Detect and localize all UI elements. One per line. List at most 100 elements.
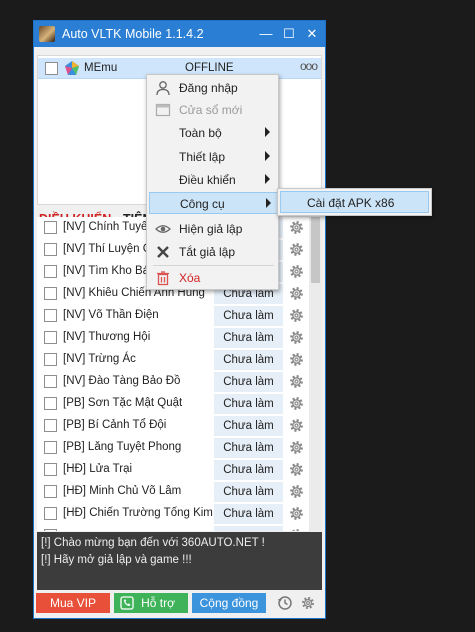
menu-label: Cửa sổ mới [179,103,243,117]
task-settings-gear-icon[interactable] [288,241,305,258]
more-options-icon[interactable]: ooo [300,59,318,73]
context-menu: Đăng nhập Cửa sổ mới Toàn bộ Thiết lập Đ… [146,74,279,290]
task-checkbox[interactable] [44,419,57,432]
task-checkbox[interactable] [44,529,57,531]
task-name: [NV] Đào Tàng Bảo Đồ [63,375,181,387]
app-logo-icon [39,26,55,42]
task-checkbox[interactable] [44,221,57,234]
community-button[interactable]: Cộng đồng [192,593,266,613]
submenu-arrow-icon [265,151,270,161]
task-row[interactable]: [HĐ] Minh Chủ Võ Lâm Chưa làm [37,481,309,503]
task-settings-gear-icon[interactable] [288,307,305,324]
task-row[interactable]: [PB] Lăng Tuyệt Phong Chưa làm [37,437,309,459]
task-checkbox[interactable] [44,353,57,366]
task-settings-gear-icon[interactable] [288,329,305,346]
support-label: Hỗ trợ [141,596,175,610]
task-settings-gear-icon[interactable] [288,439,305,456]
task-checkbox[interactable] [44,397,57,410]
settings-gear-icon[interactable] [300,595,316,611]
task-checkbox[interactable] [44,309,57,322]
menu-label: Thiết lập [179,150,226,164]
task-settings-gear-icon[interactable] [288,461,305,478]
emulator-checkbox[interactable] [45,62,58,75]
submenu-arrow-icon [265,174,270,184]
close-icon [157,246,169,258]
task-row[interactable]: [NV] Trừng Ác Chưa làm [37,349,309,371]
task-row[interactable] [37,525,309,531]
task-settings-gear-icon[interactable] [288,351,305,368]
task-settings-gear-icon[interactable] [288,483,305,500]
title-bar[interactable]: Auto VLTK Mobile 1.1.4.2 — ☐ ✕ [34,21,325,47]
menu-item-tools[interactable]: Công cụ [149,192,278,214]
task-checkbox[interactable] [44,507,57,520]
menu-item-settings[interactable]: Thiết lập [149,146,278,168]
menu-label: Cài đặt APK x86 [307,196,395,210]
buy-vip-button[interactable]: Mua VIP [36,593,110,613]
task-checkbox[interactable] [44,287,57,300]
bottom-bar: Mua VIP Hỗ trợ Cộng đồng [34,593,325,617]
task-name: [NV] Trừng Ác [63,353,136,365]
menu-item-install-apk[interactable]: Cài đặt APK x86 [280,191,429,213]
task-status: Chưa làm [214,350,283,370]
task-settings-gear-icon[interactable] [288,527,305,531]
task-status: Chưa làm [214,328,283,348]
task-checkbox[interactable] [44,463,57,476]
support-button[interactable]: Hỗ trợ [114,593,188,613]
window-icon [155,103,171,117]
task-settings-gear-icon[interactable] [288,417,305,434]
task-row[interactable]: [NV] Thương Hội Chưa làm [37,327,309,349]
task-row[interactable]: [HĐ] Lửa Trại Chưa làm [37,459,309,481]
task-row[interactable]: [PB] Sơn Tặc Mật Quật Chưa làm [37,393,309,415]
task-row[interactable]: [NV] Đào Tàng Bảo Đồ Chưa làm [37,371,309,393]
menu-item-delete[interactable]: Xóa [149,267,278,289]
menu-label: Hiện giả lập [179,222,243,236]
menu-item-new-window[interactable]: Cửa sổ mới [149,99,278,121]
menu-item-all[interactable]: Toàn bộ [149,122,278,144]
task-checkbox[interactable] [44,375,57,388]
task-status: Chưa làm [214,460,283,480]
menu-label: Xóa [179,271,201,285]
submenu-arrow-icon [265,127,270,137]
task-settings-gear-icon[interactable] [288,263,305,280]
task-name: [PB] Bí Cảnh Tổ Đội [63,419,167,431]
emulator-name: MEmu [84,62,118,74]
task-settings-gear-icon[interactable] [288,373,305,390]
task-name: [NV] Thương Hội [63,331,151,343]
task-status [214,526,283,531]
task-row[interactable]: [PB] Bí Cảnh Tổ Đội Chưa làm [37,415,309,437]
task-settings-gear-icon[interactable] [288,395,305,412]
task-row[interactable]: [NV] Võ Thần Điện Chưa làm [37,305,309,327]
task-settings-gear-icon[interactable] [288,285,305,302]
task-name: [PB] Sơn Tặc Mật Quật [63,397,183,409]
task-settings-gear-icon[interactable] [288,219,305,236]
task-settings-gear-icon[interactable] [288,505,305,522]
task-checkbox[interactable] [44,441,57,454]
task-status: Chưa làm [214,504,283,524]
menu-item-close-emulator[interactable]: Tắt giả lập [149,241,278,263]
menu-item-control[interactable]: Điều khiển [149,169,278,191]
task-checkbox[interactable] [44,485,57,498]
menu-item-login[interactable]: Đăng nhập [149,77,278,99]
task-list-scrollbar[interactable] [309,217,322,531]
maximize-button[interactable]: ☐ [279,24,299,44]
scrollbar-thumb[interactable] [311,217,320,283]
minimize-button[interactable]: — [256,24,276,44]
trash-icon [157,271,169,286]
menu-item-show-emulator[interactable]: Hiện giả lập [149,218,278,240]
task-status: Chưa làm [214,416,283,436]
task-name: [HĐ] Minh Chủ Võ Lâm [63,485,182,497]
task-row[interactable]: [HĐ] Chiến Trường Tống Kim Chưa làm [37,503,309,525]
menu-label: Đăng nhập [179,81,238,95]
task-checkbox[interactable] [44,243,57,256]
menu-label: Công cụ [180,197,225,211]
close-button[interactable]: ✕ [302,24,322,44]
user-icon [156,81,170,96]
task-checkbox[interactable] [44,265,57,278]
log-line: [!] Hãy mở giả lập và game !!! [41,554,192,566]
log-panel: [!] Chào mừng bạn đến với 360AUTO.NET ! … [37,532,322,590]
task-checkbox[interactable] [44,331,57,344]
menu-separator [153,265,274,266]
submenu-arrow-icon [266,198,271,208]
task-name: [HĐ] Lửa Trại [63,463,133,475]
history-icon[interactable] [277,595,293,611]
